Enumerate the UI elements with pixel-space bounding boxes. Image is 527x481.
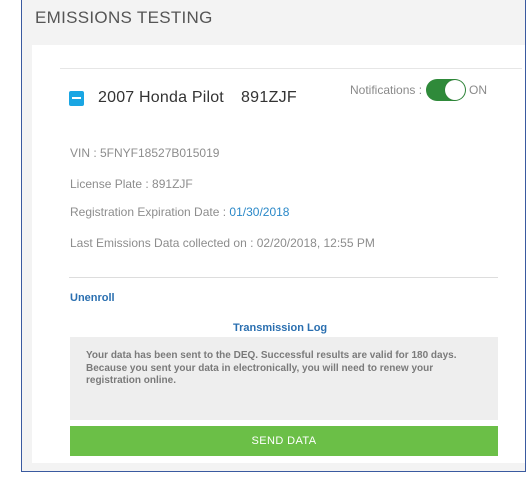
page-title: EMISSIONS TESTING	[35, 8, 213, 27]
notifications-control: Notifications : ON	[350, 79, 487, 101]
vehicle-plate: 891ZJF	[240, 89, 298, 106]
unenroll-link[interactable]: Unenroll	[70, 292, 115, 304]
panel-header: EMISSIONS TESTING	[22, 0, 525, 44]
notifications-label: Notifications :	[350, 83, 423, 97]
vehicle-card: 2007 Honda Pilot 891ZJF Notifications : …	[32, 45, 525, 463]
send-data-button[interactable]: SEND DATA	[70, 426, 498, 456]
vehicle-title: 2007 Honda Pilot	[98, 89, 224, 106]
registration-date: 01/30/2018	[229, 205, 290, 219]
notifications-state: ON	[469, 83, 488, 97]
vin-text: VIN : 5FNYF18527B015019	[70, 146, 220, 160]
vehicle-header: 2007 Honda Pilot 891ZJF	[69, 86, 297, 110]
transmission-log-title: Transmission Log	[233, 322, 328, 334]
toggle-knob	[445, 80, 466, 100]
collapse-icon[interactable]	[69, 90, 84, 106]
transmission-log-box: Your data has been sent to the DEQ. Succ…	[70, 337, 498, 420]
notifications-toggle[interactable]	[426, 79, 467, 101]
license-plate-text: License Plate : 891ZJF	[70, 177, 193, 191]
transmission-log-message: Your data has been sent to the DEQ. Succ…	[86, 350, 457, 386]
card-divider-top	[60, 68, 522, 69]
emissions-panel: EMISSIONS TESTING 2007 Honda Pilot 891ZJ…	[21, 0, 526, 472]
registration-expiration: Registration Expiration Date : 01/30/201…	[70, 205, 289, 219]
last-emissions-text: Last Emissions Data collected on : 02/20…	[70, 236, 375, 250]
section-divider	[69, 277, 498, 278]
registration-label: Registration Expiration Date :	[70, 205, 230, 219]
